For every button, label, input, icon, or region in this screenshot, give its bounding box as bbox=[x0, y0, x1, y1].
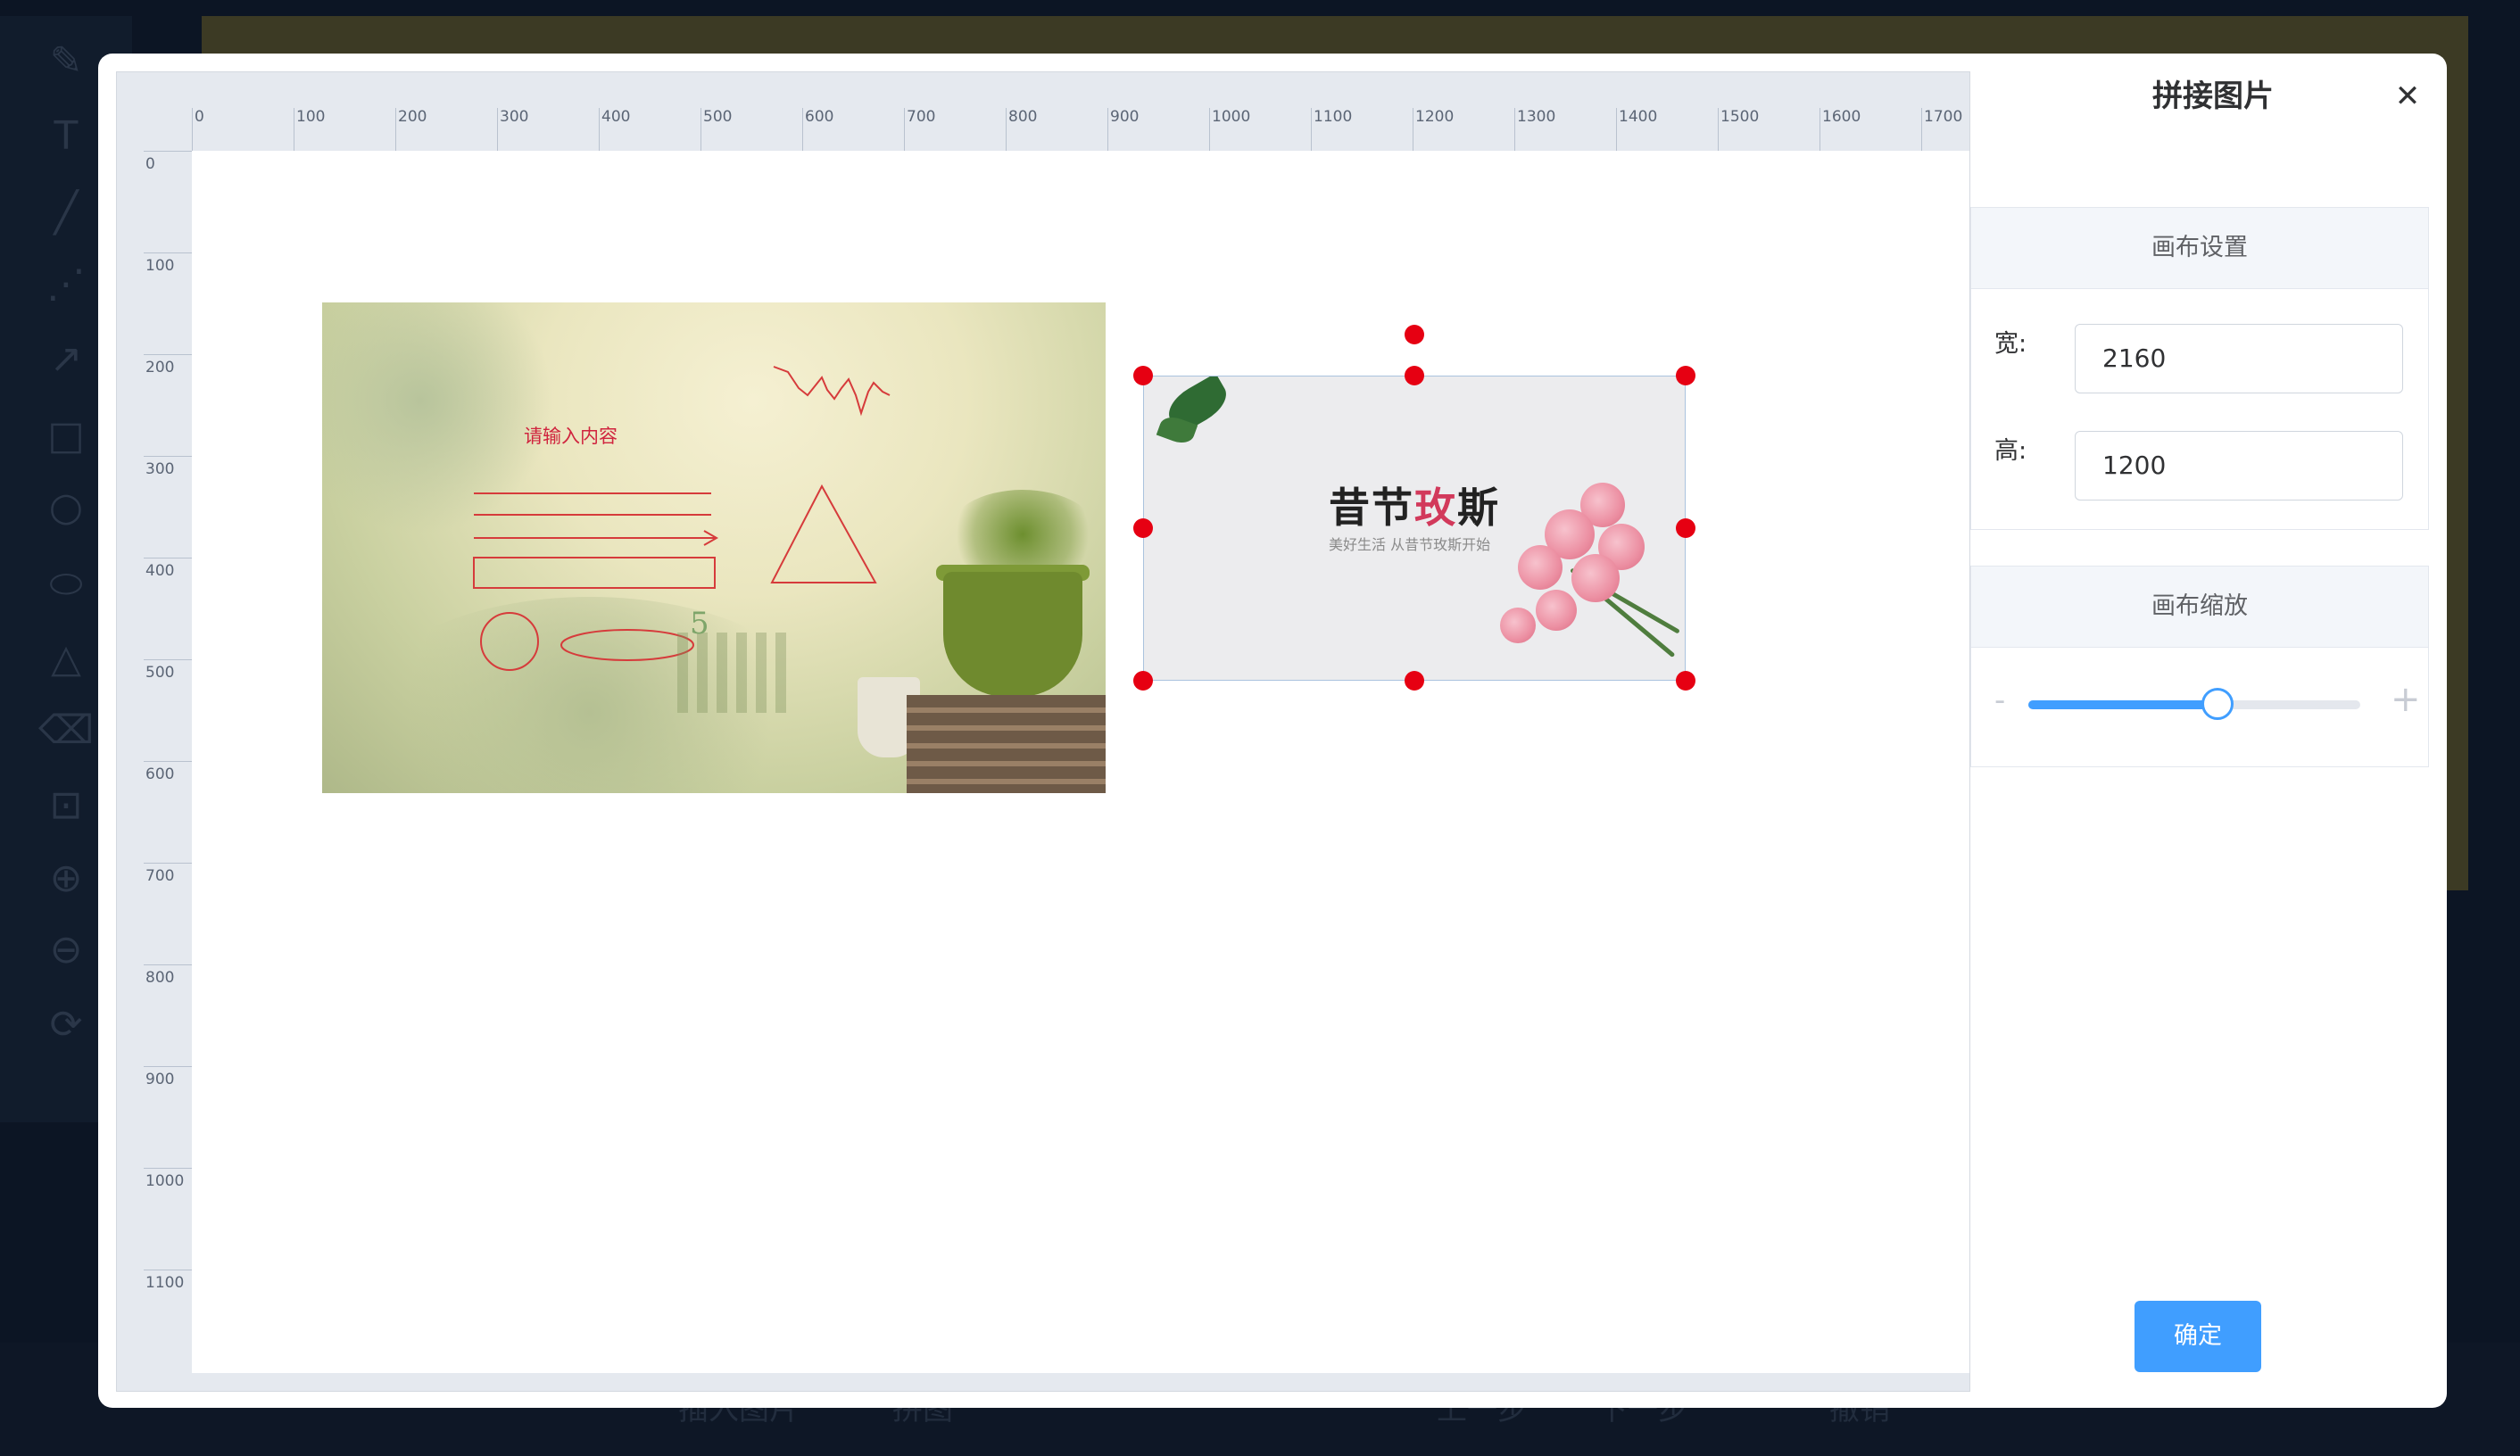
resize-handle-e[interactable] bbox=[1676, 518, 1695, 538]
ruler-tick-h: 900 bbox=[1107, 108, 1139, 151]
crop-icon: ⊡ bbox=[49, 782, 83, 828]
height-label: 高: bbox=[1994, 437, 2027, 465]
resize-handle-sw[interactable] bbox=[1133, 671, 1153, 691]
dialog-title: 拼接图片 bbox=[2152, 79, 2274, 114]
resize-handle-se[interactable] bbox=[1676, 671, 1695, 691]
resize-handle-s[interactable] bbox=[1405, 671, 1424, 691]
ruler-tick-v: 100 bbox=[144, 252, 192, 275]
zoom-slider-knob[interactable] bbox=[2201, 688, 2234, 720]
ruler-tick-v: 200 bbox=[144, 354, 192, 376]
annotation-ellipse bbox=[560, 629, 694, 661]
canvas-settings-card: 画布设置 宽: 2160 高: 1200 bbox=[1970, 207, 2429, 530]
ruler-tick-v: 300 bbox=[144, 456, 192, 478]
zoom-out-icon: ⊖ bbox=[49, 926, 83, 972]
triangle-icon: △ bbox=[51, 635, 81, 682]
eraser-icon: ⌫ bbox=[37, 707, 95, 753]
rotate-icon: ⟳ bbox=[49, 1001, 83, 1047]
stitch-image-dialog: 0 100 200 300 400 500 600 700 800 900 1000 1100 1200… bbox=[98, 54, 2447, 1408]
ruler-tick-h: 300 bbox=[497, 108, 528, 151]
zoom-minus-icon[interactable]: - bbox=[1994, 682, 2005, 718]
vertical-ruler: 0 100 200 300 400 500 600 700 800 900 1000 1100 bbox=[117, 151, 192, 1391]
annotation-triangle bbox=[770, 484, 877, 583]
ruler-tick-v: 900 bbox=[144, 1066, 192, 1088]
ruler-tick-h: 500 bbox=[700, 108, 732, 151]
ruler-tick-v: 700 bbox=[144, 863, 192, 885]
horizontal-ruler: 0 100 200 300 400 500 600 700 800 900 1000 1100 1200… bbox=[192, 72, 1969, 151]
ruler-tick-v: 0 bbox=[144, 151, 192, 173]
ruler-tick-h: 800 bbox=[1006, 108, 1037, 151]
resize-handle-n[interactable] bbox=[1405, 366, 1424, 385]
canvas-area: 0 100 200 300 400 500 600 700 800 900 1000 1100 1200… bbox=[116, 71, 1970, 1392]
zoom-slider-fill bbox=[2028, 700, 2218, 709]
ruler-tick-v: 1000 bbox=[144, 1168, 192, 1190]
selection-box[interactable] bbox=[1143, 376, 1686, 681]
resize-handle-nw[interactable] bbox=[1133, 366, 1153, 385]
ruler-tick-h: 1100 bbox=[1311, 108, 1352, 151]
ruler-tick-v: 500 bbox=[144, 659, 192, 682]
text-annotation[interactable]: 请输入内容 bbox=[524, 422, 618, 449]
ruler-tick-h: 600 bbox=[802, 108, 833, 151]
width-input[interactable]: 2160 bbox=[2075, 324, 2403, 393]
canvas-image-plant[interactable]: 请输入内容 5 bbox=[322, 302, 1106, 793]
brush-icon: ✎ bbox=[49, 37, 83, 84]
ellipse-icon: ⬭ bbox=[49, 560, 83, 607]
annotation-shapes[interactable] bbox=[322, 302, 1106, 793]
freehand-stroke bbox=[773, 366, 891, 417]
zoom-plus-icon[interactable]: + bbox=[2391, 679, 2421, 720]
ruler-tick-h: 400 bbox=[599, 108, 630, 151]
ruler-tick-h: 1000 bbox=[1209, 108, 1250, 151]
zoom-slider[interactable] bbox=[2028, 688, 2360, 720]
ruler-tick-h: 1300 bbox=[1514, 108, 1555, 151]
annotation-circle bbox=[480, 612, 539, 671]
ruler-tick-h: 1700 bbox=[1921, 108, 1962, 151]
circle-icon: ○ bbox=[48, 484, 84, 530]
close-icon[interactable]: ✕ bbox=[2392, 80, 2424, 112]
annotation-rectangle bbox=[473, 557, 716, 589]
width-label: 宽: bbox=[1994, 330, 2027, 358]
canvas-stage[interactable]: 请输入内容 5 昔节玫斯 美好生活 从昔节玫斯开始 bbox=[192, 151, 1969, 1373]
canvas-zoom-card: 画布缩放 - + bbox=[1970, 566, 2429, 767]
text-icon: T bbox=[54, 112, 79, 159]
ruler-tick-v: 800 bbox=[144, 964, 192, 987]
ruler-tick-v: 600 bbox=[144, 761, 192, 783]
zoom-in-icon: ⊕ bbox=[49, 855, 83, 901]
ruler-tick-h: 1400 bbox=[1616, 108, 1657, 151]
canvas-zoom-header: 画布缩放 bbox=[1971, 567, 2428, 648]
rotate-handle[interactable] bbox=[1405, 325, 1424, 344]
dashed-line-icon: ⋰ bbox=[46, 261, 86, 307]
height-input[interactable]: 1200 bbox=[2075, 431, 2403, 500]
resize-handle-ne[interactable] bbox=[1676, 366, 1695, 385]
ruler-tick-h: 200 bbox=[395, 108, 427, 151]
resize-handle-w[interactable] bbox=[1133, 518, 1153, 538]
confirm-button[interactable]: 确定 bbox=[2135, 1301, 2261, 1372]
ruler-tick-h: 700 bbox=[904, 108, 935, 151]
calendar-digit: 5 bbox=[690, 606, 709, 641]
line-icon: ╱ bbox=[54, 189, 79, 236]
canvas-settings-header: 画布设置 bbox=[1971, 208, 2428, 289]
ruler-tick-h: 1500 bbox=[1718, 108, 1759, 151]
ruler-tick-h: 0 bbox=[192, 108, 204, 151]
rectangle-icon: □ bbox=[47, 412, 85, 459]
arrow-icon: ↗ bbox=[49, 335, 83, 382]
